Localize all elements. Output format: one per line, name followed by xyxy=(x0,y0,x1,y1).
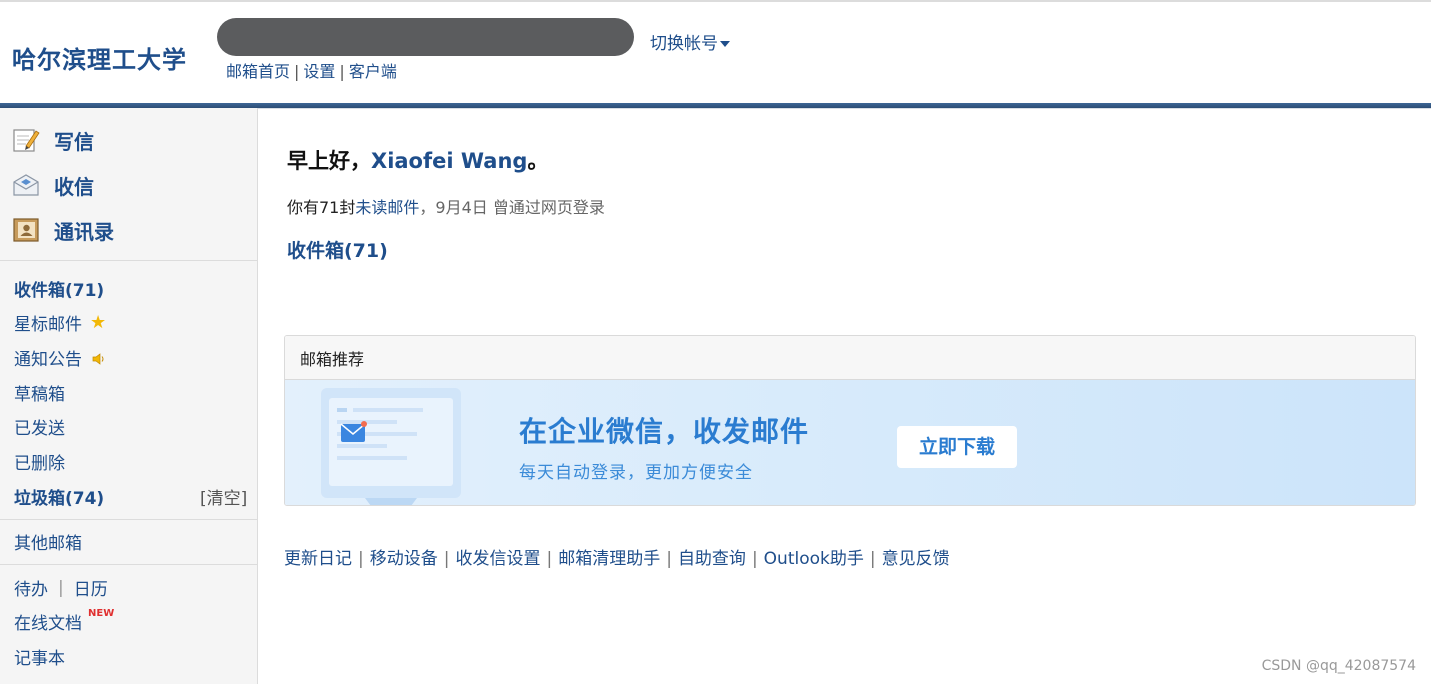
footer-separator: | xyxy=(666,549,672,569)
sidebar-item-other-mailboxes[interactable]: 其他邮箱 xyxy=(14,529,82,554)
new-badge: NEW xyxy=(88,608,115,619)
switch-account-button[interactable]: 切换帐号 xyxy=(650,29,730,54)
sidebar: 写信 收信 通讯录 收件箱(71) 星标邮件 ★ 通知公告 草稿箱 已发送 已删… xyxy=(0,108,258,684)
sidebar-item-spam[interactable]: 垃圾箱(74) xyxy=(14,484,104,509)
sidebar-item-starred[interactable]: 星标邮件 ★ xyxy=(14,310,106,335)
speaker-icon xyxy=(92,351,106,365)
sidebar-item-notebook[interactable]: 记事本 xyxy=(14,644,65,669)
unread-prefix: 你有71封 xyxy=(287,198,356,217)
compose-label: 写信 xyxy=(54,129,94,154)
sidebar-tools-row: 待办 | 日历 xyxy=(14,575,108,601)
link-client[interactable]: 客户端 xyxy=(349,62,397,81)
sidebar-item-inbox[interactable]: 收件箱(71) xyxy=(14,276,104,301)
tools-separator: | xyxy=(58,577,64,598)
sidebar-divider xyxy=(0,564,257,565)
recommendation-header: 邮箱推荐 xyxy=(285,336,1415,380)
footer-separator: | xyxy=(358,549,364,569)
inbox-link[interactable]: 收件箱(71) xyxy=(287,236,388,263)
deleted-label: 已删除 xyxy=(14,454,65,474)
redacted-account-name xyxy=(217,18,634,56)
online-docs-label: 在线文档 xyxy=(14,614,82,634)
link-feedback[interactable]: 意见反馈 xyxy=(882,549,950,569)
top-links: 邮箱首页 | 设置 | 客户端 xyxy=(226,58,397,82)
clear-spam-link[interactable]: [清空] xyxy=(200,484,247,509)
contacts-label: 通讯录 xyxy=(54,219,114,244)
receive-mail-button[interactable]: 收信 xyxy=(12,170,94,200)
link-mail-settings[interactable]: 收发信设置 xyxy=(455,549,540,569)
notices-label: 通知公告 xyxy=(14,350,82,370)
greeting-suffix: 。 xyxy=(527,149,549,173)
greeting-prefix: 早上好， xyxy=(287,149,371,173)
sidebar-divider xyxy=(0,260,257,261)
receive-label: 收信 xyxy=(54,174,94,199)
other-mailboxes-label: 其他邮箱 xyxy=(14,534,82,554)
footer-separator: | xyxy=(869,549,876,569)
contacts-icon xyxy=(12,217,40,243)
star-icon: ★ xyxy=(90,312,107,333)
wecom-banner[interactable]: 在企业微信，收发邮件 每天自动登录，更加方便安全 立即下载 xyxy=(285,380,1415,505)
sidebar-item-drafts[interactable]: 草稿箱 xyxy=(14,380,65,405)
unread-summary: 你有71封未读邮件，9月4日 曾通过网页登录 xyxy=(287,194,605,218)
caret-down-icon xyxy=(720,41,730,47)
starred-label: 星标邮件 xyxy=(14,315,82,335)
link-changelog[interactable]: 更新日记 xyxy=(284,549,352,569)
greeting: 早上好，Xiaofei Wang。 xyxy=(287,145,548,175)
top-header: 哈尔滨理工大学 切换帐号 邮箱首页 | 设置 | 客户端 xyxy=(0,0,1431,109)
drafts-label: 草稿箱 xyxy=(14,385,65,405)
spam-label: 垃圾箱(74) xyxy=(14,489,105,509)
download-now-button[interactable]: 立即下载 xyxy=(897,426,1017,468)
inbox-receive-icon xyxy=(12,172,40,198)
sidebar-divider xyxy=(0,519,257,520)
sidebar-item-deleted[interactable]: 已删除 xyxy=(14,449,65,474)
link-settings[interactable]: 设置 xyxy=(303,62,335,81)
inbox-label: 收件箱(71) xyxy=(14,281,105,301)
link-cleanup-assistant[interactable]: 邮箱清理助手 xyxy=(558,549,660,569)
user-name: Xiaofei Wang xyxy=(371,149,528,173)
unread-mail-link[interactable]: 未读邮件 xyxy=(355,198,419,217)
watermark: CSDN @qq_42087574 xyxy=(1261,658,1416,674)
switch-account-label: 切换帐号 xyxy=(650,34,718,54)
link-self-service[interactable]: 自助查询 xyxy=(678,549,746,569)
sidebar-item-notices[interactable]: 通知公告 xyxy=(14,345,106,370)
link-separator: | xyxy=(339,62,345,81)
sent-label: 已发送 xyxy=(14,419,65,439)
footer-separator: | xyxy=(443,549,450,569)
main-content: 早上好，Xiaofei Wang。 你有71封未读邮件，9月4日 曾通过网页登录… xyxy=(259,108,1431,684)
footer-separator: | xyxy=(546,549,553,569)
university-logo[interactable]: 哈尔滨理工大学 xyxy=(12,40,187,75)
link-mail-home[interactable]: 邮箱首页 xyxy=(226,62,290,81)
monitor-illustration xyxy=(321,388,461,505)
recommendation-card: 邮箱推荐 在企业微信，收发邮件 每天自动登录，更加方便安全 立即下载 xyxy=(284,335,1416,506)
contacts-button[interactable]: 通讯录 xyxy=(12,215,114,245)
compose-button[interactable]: 写信 xyxy=(12,125,94,155)
sidebar-item-calendar[interactable]: 日历 xyxy=(74,575,108,600)
link-mobile-devices[interactable]: 移动设备 xyxy=(370,549,438,569)
compose-icon xyxy=(12,127,40,153)
footer-separator: | xyxy=(751,549,758,569)
last-login-info: ，9月4日 曾通过网页登录 xyxy=(419,198,605,217)
sidebar-item-sent[interactable]: 已发送 xyxy=(14,414,65,439)
banner-title: 在企业微信，收发邮件 xyxy=(519,415,810,448)
sidebar-item-online-docs[interactable]: 在线文档 NEW xyxy=(14,608,115,634)
notebook-label: 记事本 xyxy=(14,649,65,669)
footer-links: 更新日记 | 移动设备 | 收发信设置 | 邮箱清理助手 | 自助查询 | Outlook助手 | 意见… xyxy=(284,544,950,569)
link-outlook-assistant[interactable]: Outlook助手 xyxy=(764,549,864,569)
banner-subtitle: 每天自动登录，更加方便安全 xyxy=(519,463,753,483)
sidebar-item-todo[interactable]: 待办 xyxy=(14,575,48,600)
link-separator: | xyxy=(294,62,300,81)
